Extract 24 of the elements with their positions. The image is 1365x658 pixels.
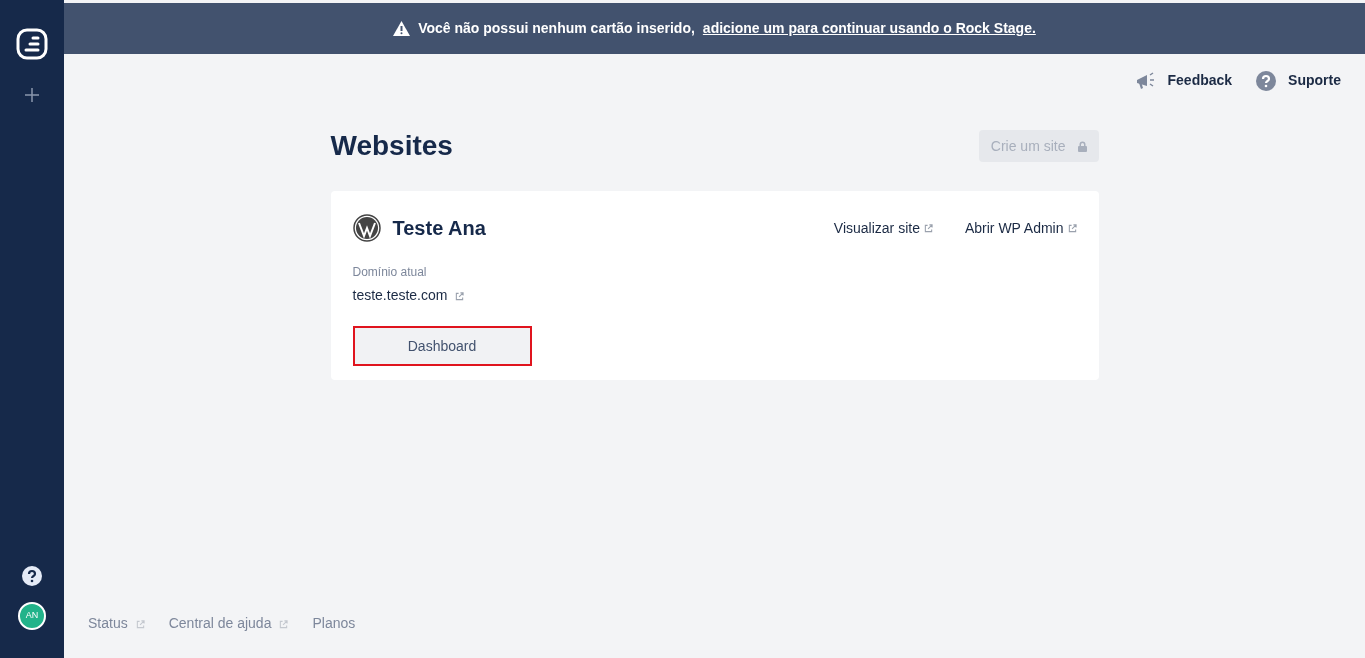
feedback-link[interactable]: Feedback [1135, 70, 1233, 91]
warning-text: Você não possui nenhum cartão inserido, [418, 19, 695, 38]
dashboard-button[interactable]: Dashboard [352, 326, 532, 366]
add-icon[interactable] [25, 88, 39, 102]
megaphone-icon [1135, 70, 1156, 91]
wordpress-logo-icon [352, 214, 381, 242]
help-icon [1256, 70, 1277, 91]
external-link-icon [455, 291, 465, 301]
site-link[interactable]: Abrir WP Admin [964, 217, 1077, 239]
app-logo-icon[interactable] [16, 28, 48, 60]
add-card-link[interactable]: adicione um para continuar usando o Rock Stage. [702, 18, 1036, 39]
external-link-icon [923, 224, 933, 234]
lock-icon [1077, 140, 1087, 152]
site-link[interactable]: Visualizar site [833, 217, 933, 239]
page-title: Websites [330, 129, 453, 163]
help-icon[interactable] [22, 566, 42, 586]
domain-link[interactable]: teste.teste.com [352, 285, 1077, 306]
site-name: Teste Ana [392, 216, 486, 241]
support-link[interactable]: Suporte [1256, 70, 1341, 91]
warning-icon [393, 21, 411, 36]
external-link-icon [279, 619, 289, 629]
external-link-icon [135, 619, 145, 629]
domain-label: Domínio atual [352, 264, 428, 281]
external-link-icon [1067, 224, 1077, 234]
